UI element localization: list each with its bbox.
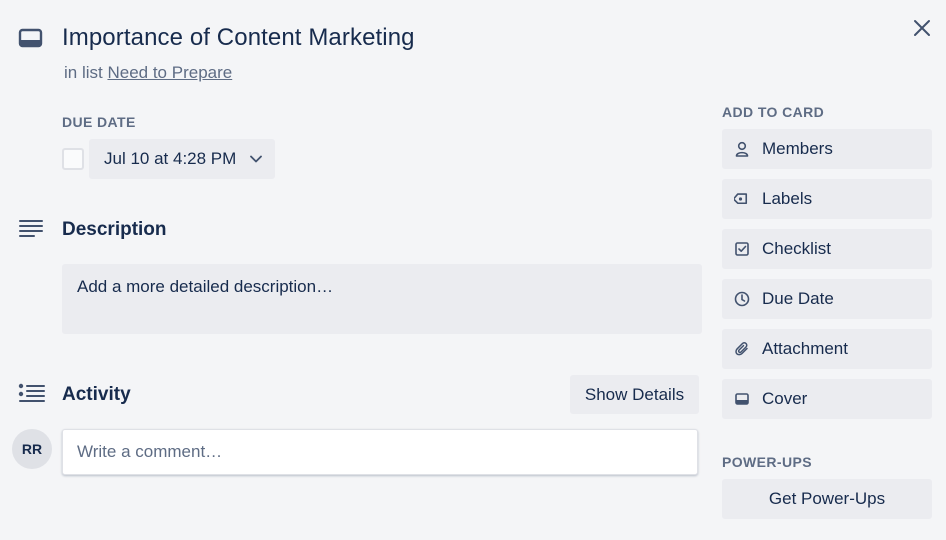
activity-heading: Activity [62, 384, 131, 405]
members-button[interactable]: Members [722, 129, 932, 169]
get-power-ups-button[interactable]: Get Power-Ups [722, 479, 932, 519]
card-title[interactable]: Importance of Content Marketing [62, 24, 415, 52]
add-to-card-label: ADD TO CARD [722, 104, 825, 120]
tag-icon [733, 190, 751, 208]
activity-icon [18, 383, 46, 405]
attachment-label: Attachment [762, 339, 848, 358]
due-date-sidebar-label: Due Date [762, 289, 834, 308]
cover-button[interactable]: Cover [722, 379, 932, 419]
card-icon [18, 27, 44, 49]
checklist-button[interactable]: Checklist [722, 229, 932, 269]
labels-button[interactable]: Labels [722, 179, 932, 219]
cover-label: Cover [762, 389, 808, 408]
due-date-label: DUE DATE [62, 114, 136, 130]
chevron-down-icon [250, 155, 262, 163]
cover-icon [733, 390, 751, 408]
clock-icon [733, 290, 751, 308]
due-date-checkbox[interactable] [62, 148, 84, 170]
list-name-link[interactable]: Need to Prepare [107, 63, 232, 82]
description-icon [18, 218, 44, 240]
comment-input[interactable] [62, 429, 698, 475]
close-icon [914, 20, 930, 36]
due-date-button[interactable]: Jul 10 at 4:28 PM [89, 139, 275, 179]
checklist-label: Checklist [762, 239, 831, 258]
person-icon [733, 140, 751, 158]
due-date-sidebar-button[interactable]: Due Date [722, 279, 932, 319]
description-heading: Description [62, 219, 167, 240]
description-input[interactable]: Add a more detailed description… [62, 264, 702, 334]
avatar[interactable]: RR [12, 429, 52, 469]
list-prefix: in list [64, 63, 103, 82]
labels-label: Labels [762, 189, 813, 208]
due-date-value: Jul 10 at 4:28 PM [104, 149, 237, 168]
power-ups-label: POWER-UPS [722, 454, 812, 470]
attachment-button[interactable]: Attachment [722, 329, 932, 369]
paperclip-icon [733, 340, 751, 358]
members-label: Members [762, 139, 833, 158]
list-breadcrumb: in list Need to Prepare [64, 63, 232, 83]
checkbox-icon [733, 240, 751, 258]
close-button[interactable] [906, 12, 938, 44]
show-details-button[interactable]: Show Details [570, 375, 699, 414]
